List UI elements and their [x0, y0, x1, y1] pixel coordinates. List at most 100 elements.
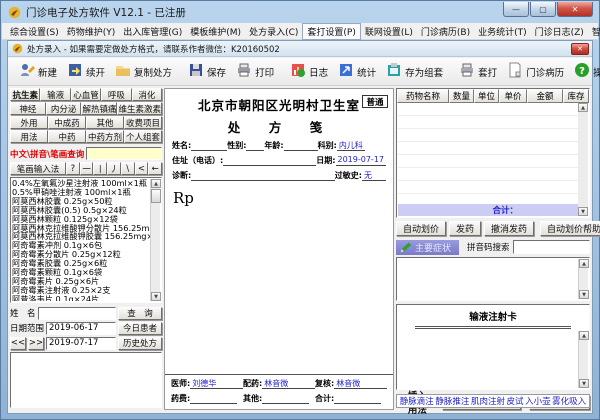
- age-field[interactable]: [284, 141, 318, 151]
- title-bar[interactable]: 门诊电子处方软件 V12.1 - 已注册 — ▢ ✕: [1, 1, 599, 23]
- 撤消发药-button[interactable]: 撤消发药: [484, 221, 534, 236]
- scroll-down-icon[interactable]: ▼: [578, 207, 588, 216]
- patient-name-field[interactable]: [191, 141, 227, 151]
- infusion-scrollbar[interactable]: ▲ ▼: [578, 331, 588, 388]
- drug-search-input[interactable]: [86, 147, 162, 160]
- table-row[interactable]: [398, 129, 578, 142]
- stroke-button[interactable]: <: [135, 162, 149, 175]
- column-header-5[interactable]: 金额: [527, 89, 563, 103]
- history-prescription-button[interactable]: 历史处方: [118, 337, 162, 350]
- usage-link[interactable]: 雾化吸入: [552, 395, 586, 407]
- category-tab[interactable]: 收费项目: [124, 116, 162, 129]
- drug-list-scrollbar[interactable]: ▲ ▼: [150, 179, 160, 301]
- scroll-up-icon[interactable]: ▲: [579, 259, 589, 268]
- 保存-toolbar-button[interactable]: 保存: [183, 60, 231, 83]
- 门诊病历-toolbar-button[interactable]: 门诊病历: [502, 60, 569, 83]
- table-row[interactable]: [398, 103, 578, 116]
- symptoms-textarea[interactable]: ▲ ▼: [396, 257, 590, 301]
- other-field[interactable]: [262, 394, 309, 404]
- 存为组套-toolbar-button[interactable]: 存为组套: [381, 60, 448, 83]
- table-row[interactable]: [398, 116, 578, 129]
- menu-item[interactable]: 智能笔画输入法(S): [588, 24, 600, 39]
- stroke-button[interactable]: 一: [80, 162, 94, 175]
- total-field[interactable]: [334, 394, 381, 404]
- today-patients-button[interactable]: 今日患者: [118, 322, 162, 335]
- scroll-down-icon[interactable]: ▼: [151, 292, 161, 301]
- minimize-button[interactable]: —: [503, 2, 529, 17]
- menu-item[interactable]: 联网设置(L): [361, 24, 417, 39]
- stroke-button[interactable]: ←: [148, 162, 162, 175]
- column-header-6[interactable]: 库存: [563, 89, 589, 103]
- menu-item[interactable]: 出入库管理(G): [119, 24, 186, 39]
- menu-item[interactable]: 综合设置(S): [6, 24, 63, 39]
- drug-list-item[interactable]: 阿昔洛韦片 0.1g×24片: [12, 295, 150, 301]
- column-header-3[interactable]: 单位: [474, 89, 499, 103]
- close-button[interactable]: ✕: [557, 2, 593, 17]
- drug-listbox[interactable]: 0.4%左氧氟沙星注射液 100ml×1瓶0.5%甲硝唑注射液 100ml×1瓶…: [10, 177, 162, 303]
- stroke-button[interactable]: \: [121, 162, 135, 175]
- category-tab[interactable]: 中成药: [48, 116, 86, 129]
- allergy-field-value[interactable]: 无: [362, 170, 386, 181]
- 自动划价帮助-button[interactable]: 自动划价帮助: [540, 221, 600, 236]
- table-row[interactable]: [398, 168, 578, 181]
- category-tab[interactable]: 维生素激素: [117, 102, 162, 115]
- 复制处方-toolbar-button[interactable]: 复制处方: [110, 60, 177, 83]
- table-row[interactable]: [398, 181, 578, 194]
- 新建-toolbar-button[interactable]: 新建: [14, 60, 62, 83]
- menu-item[interactable]: 模板维护(M): [186, 24, 245, 39]
- table-row[interactable]: [398, 194, 578, 204]
- next-page-button[interactable]: >>: [28, 337, 44, 350]
- scrollbar-thumb[interactable]: [151, 189, 161, 203]
- diagnosis-field[interactable]: [191, 171, 335, 181]
- fee-field[interactable]: [190, 394, 237, 404]
- 打印-toolbar-button[interactable]: 打印: [231, 60, 279, 83]
- category-tab[interactable]: 输液: [40, 88, 70, 101]
- 套打-toolbar-button[interactable]: 套打: [454, 60, 502, 83]
- doctor-value[interactable]: 刘德华: [190, 378, 243, 389]
- check-value[interactable]: 林音微: [334, 378, 387, 389]
- pinyin-search-input[interactable]: [513, 240, 590, 254]
- usage-link[interactable]: 肌肉注射: [471, 395, 505, 407]
- menu-item[interactable]: 药物维护(Y): [63, 24, 120, 39]
- scroll-up-icon[interactable]: ▲: [151, 179, 161, 188]
- table-row[interactable]: [398, 142, 578, 155]
- scroll-up-icon[interactable]: ▲: [578, 103, 588, 112]
- category-tab[interactable]: 个人组套: [124, 130, 162, 143]
- stroke-button[interactable]: 笔画输入法: [10, 162, 66, 175]
- prescription-type-badge[interactable]: 普通: [362, 95, 388, 108]
- category-tab[interactable]: 中药方剂: [86, 130, 124, 143]
- child-title-bar[interactable]: 处方录入 - 如果需要定做处方格式，请联系作者微信：K20160502 ✕: [8, 41, 592, 57]
- column-header-4[interactable]: 单价: [499, 89, 527, 103]
- date-field-value[interactable]: 2019-07-17: [336, 155, 387, 166]
- stroke-button[interactable]: ?: [66, 162, 80, 175]
- 日志-toolbar-button[interactable]: 日志: [285, 60, 333, 83]
- category-tab[interactable]: 心血管: [71, 88, 101, 101]
- stroke-button[interactable]: 丨: [93, 162, 107, 175]
- scroll-up-icon[interactable]: ▲: [579, 331, 589, 340]
- address-field[interactable]: [223, 156, 316, 166]
- category-tab[interactable]: 神经: [10, 102, 46, 115]
- usage-link[interactable]: 静脉推注: [435, 395, 469, 407]
- usage-link[interactable]: 静脉滴注: [400, 395, 434, 407]
- dispense-value[interactable]: 林音微: [262, 378, 315, 389]
- category-tab[interactable]: 内分泌: [46, 102, 82, 115]
- dept-field-value[interactable]: 内儿科: [337, 140, 365, 151]
- 续开-toolbar-button[interactable]: 续开: [62, 60, 110, 83]
- category-tab[interactable]: 中药: [48, 130, 86, 143]
- category-tab[interactable]: 呼吸: [101, 88, 131, 101]
- menu-item[interactable]: 门诊病历(B): [417, 24, 474, 39]
- usage-link[interactable]: 皮试: [507, 395, 524, 407]
- main-symptoms-tab[interactable]: 主要症状: [396, 240, 459, 255]
- patient-history-listbox[interactable]: [10, 352, 162, 408]
- sex-field[interactable]: [246, 141, 264, 151]
- 统计-toolbar-button[interactable]: 统计: [333, 60, 381, 83]
- 操作帮助-toolbar-button[interactable]: ?操作帮助: [569, 60, 600, 83]
- column-header-1[interactable]: 药物名称: [397, 89, 449, 103]
- menu-item[interactable]: 处方录入(C): [245, 24, 302, 39]
- menu-item[interactable]: 门诊日志(Z): [531, 24, 588, 39]
- charge-table-scrollbar[interactable]: ▲ ▼: [578, 103, 588, 216]
- patient-name-input[interactable]: [38, 307, 116, 320]
- scroll-down-icon[interactable]: ▼: [579, 290, 589, 299]
- date-to-input[interactable]: 2019-07-17: [46, 337, 116, 350]
- menu-item[interactable]: 业务统计(T): [474, 24, 531, 39]
